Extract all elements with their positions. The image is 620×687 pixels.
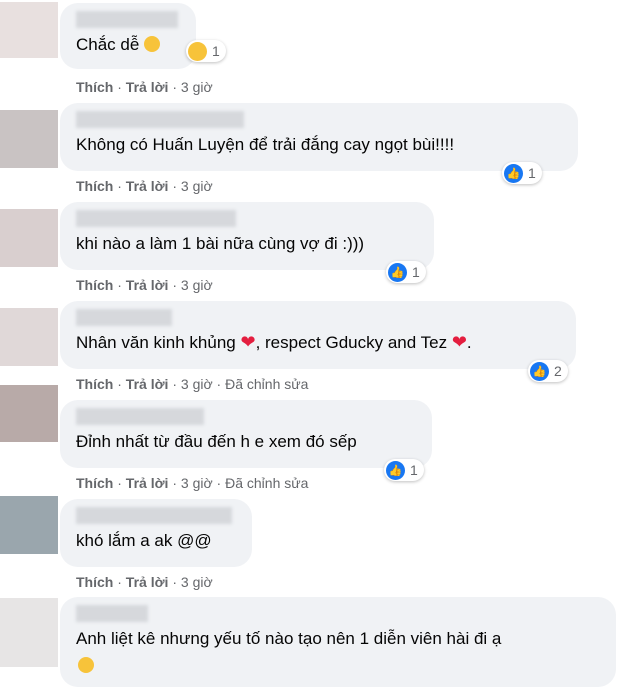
reaction-summary[interactable]: 👍 1	[386, 261, 426, 283]
avatar[interactable]	[0, 598, 58, 667]
comment-bubble: Đỉnh nhất từ đầu đến h e xem đó sếp	[60, 400, 432, 468]
author-name-redacted[interactable]	[76, 309, 172, 326]
like-link[interactable]: Thích	[76, 376, 113, 392]
heart-emoji-icon: ❤	[240, 332, 256, 352]
like-link[interactable]: Thích	[76, 475, 113, 491]
comment-bubble: Nhân văn kinh khủng ❤, respect Gducky an…	[60, 301, 576, 369]
thumbs-up-icon: 👍	[504, 163, 523, 183]
reply-link[interactable]: Trả lời	[126, 574, 169, 590]
comment-actions: Thích · Trả lời · 3 giờ	[76, 79, 213, 95]
thumbs-up-icon: 👍	[530, 361, 549, 381]
timestamp[interactable]: 3 giờ	[181, 178, 213, 194]
reply-link[interactable]: Trả lời	[126, 178, 169, 194]
smile-emoji-icon	[78, 657, 94, 673]
comment-text: khó lắm a ak @@	[76, 531, 212, 550]
comment-bubble: Chắc dễ	[60, 3, 196, 69]
author-name-redacted[interactable]	[76, 210, 236, 227]
comment-text: khi nào a làm 1 bài nữa cùng vợ đi :)))	[76, 234, 365, 253]
edited-label[interactable]: Đã chỉnh sửa	[225, 376, 308, 392]
comment-actions: Thích · Trả lời · 3 giờ	[76, 574, 213, 590]
avatar[interactable]	[0, 110, 58, 168]
reply-link[interactable]: Trả lời	[126, 277, 169, 293]
thumbs-up-icon: 👍	[388, 262, 407, 282]
comment-text: Chắc dễ	[76, 35, 161, 55]
author-name-redacted[interactable]	[76, 111, 244, 128]
reaction-summary[interactable]: 👍 2	[528, 360, 568, 382]
reaction-count: 1	[528, 165, 536, 181]
comment-actions: Thích · Trả lời · 3 giờ	[76, 178, 213, 194]
comment-actions: Thích · Trả lời · 3 giờ	[76, 277, 213, 293]
like-link[interactable]: Thích	[76, 574, 113, 590]
timestamp[interactable]: 3 giờ	[181, 475, 213, 491]
comment-actions: Thích · Trả lời · 3 giờ · Đã chỉnh sửa	[76, 475, 309, 491]
like-link[interactable]: Thích	[76, 178, 113, 194]
reaction-summary[interactable]: 👍 1	[384, 459, 424, 481]
comment-bubble: khi nào a làm 1 bài nữa cùng vợ đi :)))	[60, 202, 434, 270]
timestamp[interactable]: 3 giờ	[181, 277, 213, 293]
thumbs-up-icon: 👍	[386, 460, 405, 480]
reaction-summary[interactable]: 1	[186, 40, 226, 62]
avatar[interactable]	[0, 385, 58, 442]
reaction-count: 1	[212, 43, 220, 59]
timestamp[interactable]: 3 giờ	[181, 79, 213, 95]
avatar[interactable]	[0, 2, 58, 58]
author-name-redacted[interactable]	[76, 605, 148, 622]
timestamp[interactable]: 3 giờ	[181, 574, 213, 590]
avatar[interactable]	[0, 209, 58, 267]
like-link[interactable]: Thích	[76, 79, 113, 95]
author-name-redacted[interactable]	[76, 11, 178, 28]
reaction-count: 1	[412, 264, 420, 280]
reaction-summary[interactable]: 👍 1	[502, 162, 542, 184]
comment-bubble: khó lắm a ak @@	[60, 499, 252, 567]
comment-actions: Thích · Trả lời · 3 giờ · Đã chỉnh sửa	[76, 376, 309, 392]
reaction-count: 2	[554, 363, 562, 379]
author-name-redacted[interactable]	[76, 408, 204, 425]
avatar[interactable]	[0, 308, 58, 366]
reply-link[interactable]: Trả lời	[126, 475, 169, 491]
comment-text: Anh liệt kê nhưng yếu tố nào tạo nên 1 d…	[76, 629, 502, 648]
laughing-emoji-icon	[188, 41, 207, 61]
reply-link[interactable]: Trả lời	[126, 376, 169, 392]
author-name-redacted[interactable]	[76, 507, 232, 524]
edited-label[interactable]: Đã chỉnh sửa	[225, 475, 308, 491]
smile-emoji-icon	[144, 36, 161, 52]
like-link[interactable]: Thích	[76, 277, 113, 293]
heart-emoji-icon: ❤	[451, 332, 467, 352]
comment-bubble: Không có Huấn Luyện để trải đắng cay ngọ…	[60, 103, 578, 171]
comment-text: Đỉnh nhất từ đầu đến h e xem đó sếp	[76, 432, 357, 451]
reply-link[interactable]: Trả lời	[126, 79, 169, 95]
comment-text: Không có Huấn Luyện để trải đắng cay ngọ…	[76, 135, 455, 154]
reaction-count: 1	[410, 462, 418, 478]
comment-text: Nhân văn kinh khủng ❤, respect Gducky an…	[76, 332, 472, 352]
comment-bubble: Anh liệt kê nhưng yếu tố nào tạo nên 1 d…	[60, 597, 616, 687]
avatar[interactable]	[0, 496, 58, 554]
timestamp[interactable]: 3 giờ	[181, 376, 213, 392]
